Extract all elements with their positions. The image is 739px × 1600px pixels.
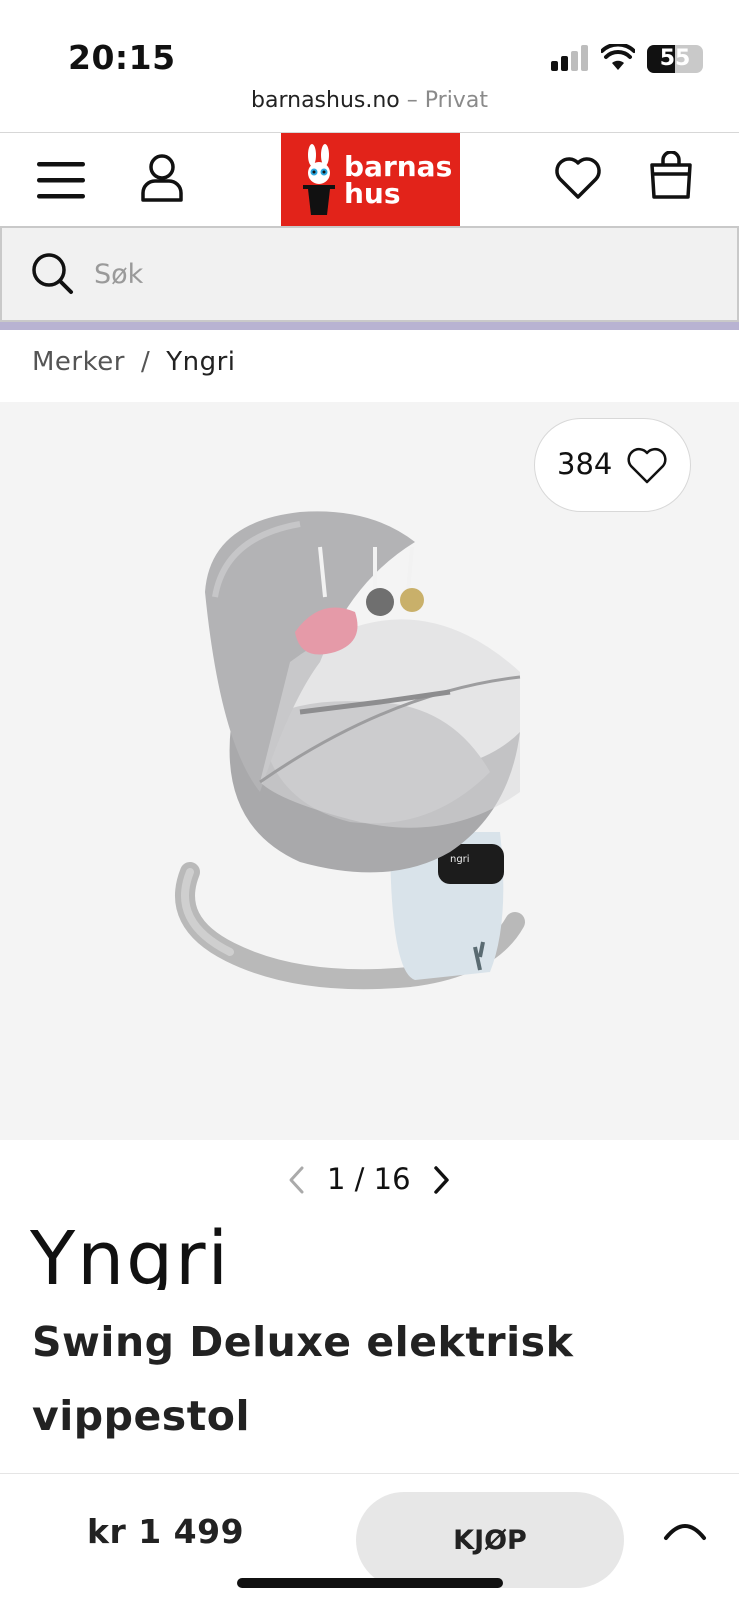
- breadcrumb-separator: /: [140, 347, 151, 377]
- breadcrumb: Merker / Yngri: [32, 347, 235, 377]
- private-mode-label: – Privat: [406, 88, 488, 113]
- home-indicator: [237, 1578, 503, 1588]
- image-current: 1: [327, 1162, 346, 1196]
- favorite-count-button[interactable]: 384: [534, 418, 691, 512]
- search-input[interactable]: [94, 248, 694, 300]
- search-icon[interactable]: [29, 250, 75, 296]
- next-image-chevron-icon[interactable]: [430, 1164, 452, 1196]
- heart-icon: [627, 447, 667, 484]
- header-accent-line: [0, 322, 739, 330]
- status-time: 20:15: [68, 38, 176, 77]
- wifi-icon: [601, 44, 635, 70]
- breadcrumb-current: Yngri: [166, 347, 236, 377]
- hamburger-menu-icon[interactable]: [35, 158, 87, 202]
- search-bar[interactable]: [0, 226, 739, 322]
- cellular-signal-icon: [551, 45, 591, 71]
- product-gallery[interactable]: ngri 384: [0, 402, 739, 1140]
- logo-wordmark: barnas hus: [344, 150, 453, 210]
- product-price: kr 1 499: [87, 1512, 245, 1551]
- logo-line-1: barnas: [344, 150, 453, 183]
- product-image-baby-swing[interactable]: ngri: [150, 502, 570, 1062]
- browser-url-bar[interactable]: barnashus.no – Privat: [0, 88, 739, 113]
- logo-line-2: hus: [344, 177, 401, 210]
- image-pager: 1 / 16: [0, 1158, 739, 1202]
- buy-button[interactable]: KJØP: [356, 1492, 624, 1588]
- image-total: / 16: [354, 1162, 411, 1196]
- site-header: barnas hus: [0, 132, 739, 226]
- wishlist-heart-icon[interactable]: [553, 153, 603, 201]
- brand-logo-text: Yngri: [30, 1218, 230, 1290]
- svg-text:ngri: ngri: [450, 854, 470, 865]
- rabbit-logo-icon: [303, 144, 335, 215]
- battery-icon: 55: [647, 45, 703, 73]
- barnashus-logo[interactable]: barnas hus: [281, 133, 460, 226]
- user-account-icon[interactable]: [140, 153, 184, 203]
- shopping-bag-icon[interactable]: [648, 151, 694, 201]
- battery-level: 55: [659, 46, 691, 71]
- status-bar: 20:15 55: [0, 0, 739, 88]
- product-title: Swing Deluxe elektrisk vippestol: [32, 1318, 574, 1440]
- scroll-to-top-icon[interactable]: [662, 1514, 708, 1544]
- favorite-count: 384: [557, 447, 613, 481]
- yngri-brand-logo[interactable]: Yngri: [30, 1218, 245, 1290]
- breadcrumb-link-merker[interactable]: Merker: [32, 347, 125, 377]
- image-counter: 1 / 16: [327, 1162, 411, 1196]
- url-domain: barnashus.no: [251, 88, 400, 113]
- previous-image-chevron-icon[interactable]: [286, 1164, 308, 1196]
